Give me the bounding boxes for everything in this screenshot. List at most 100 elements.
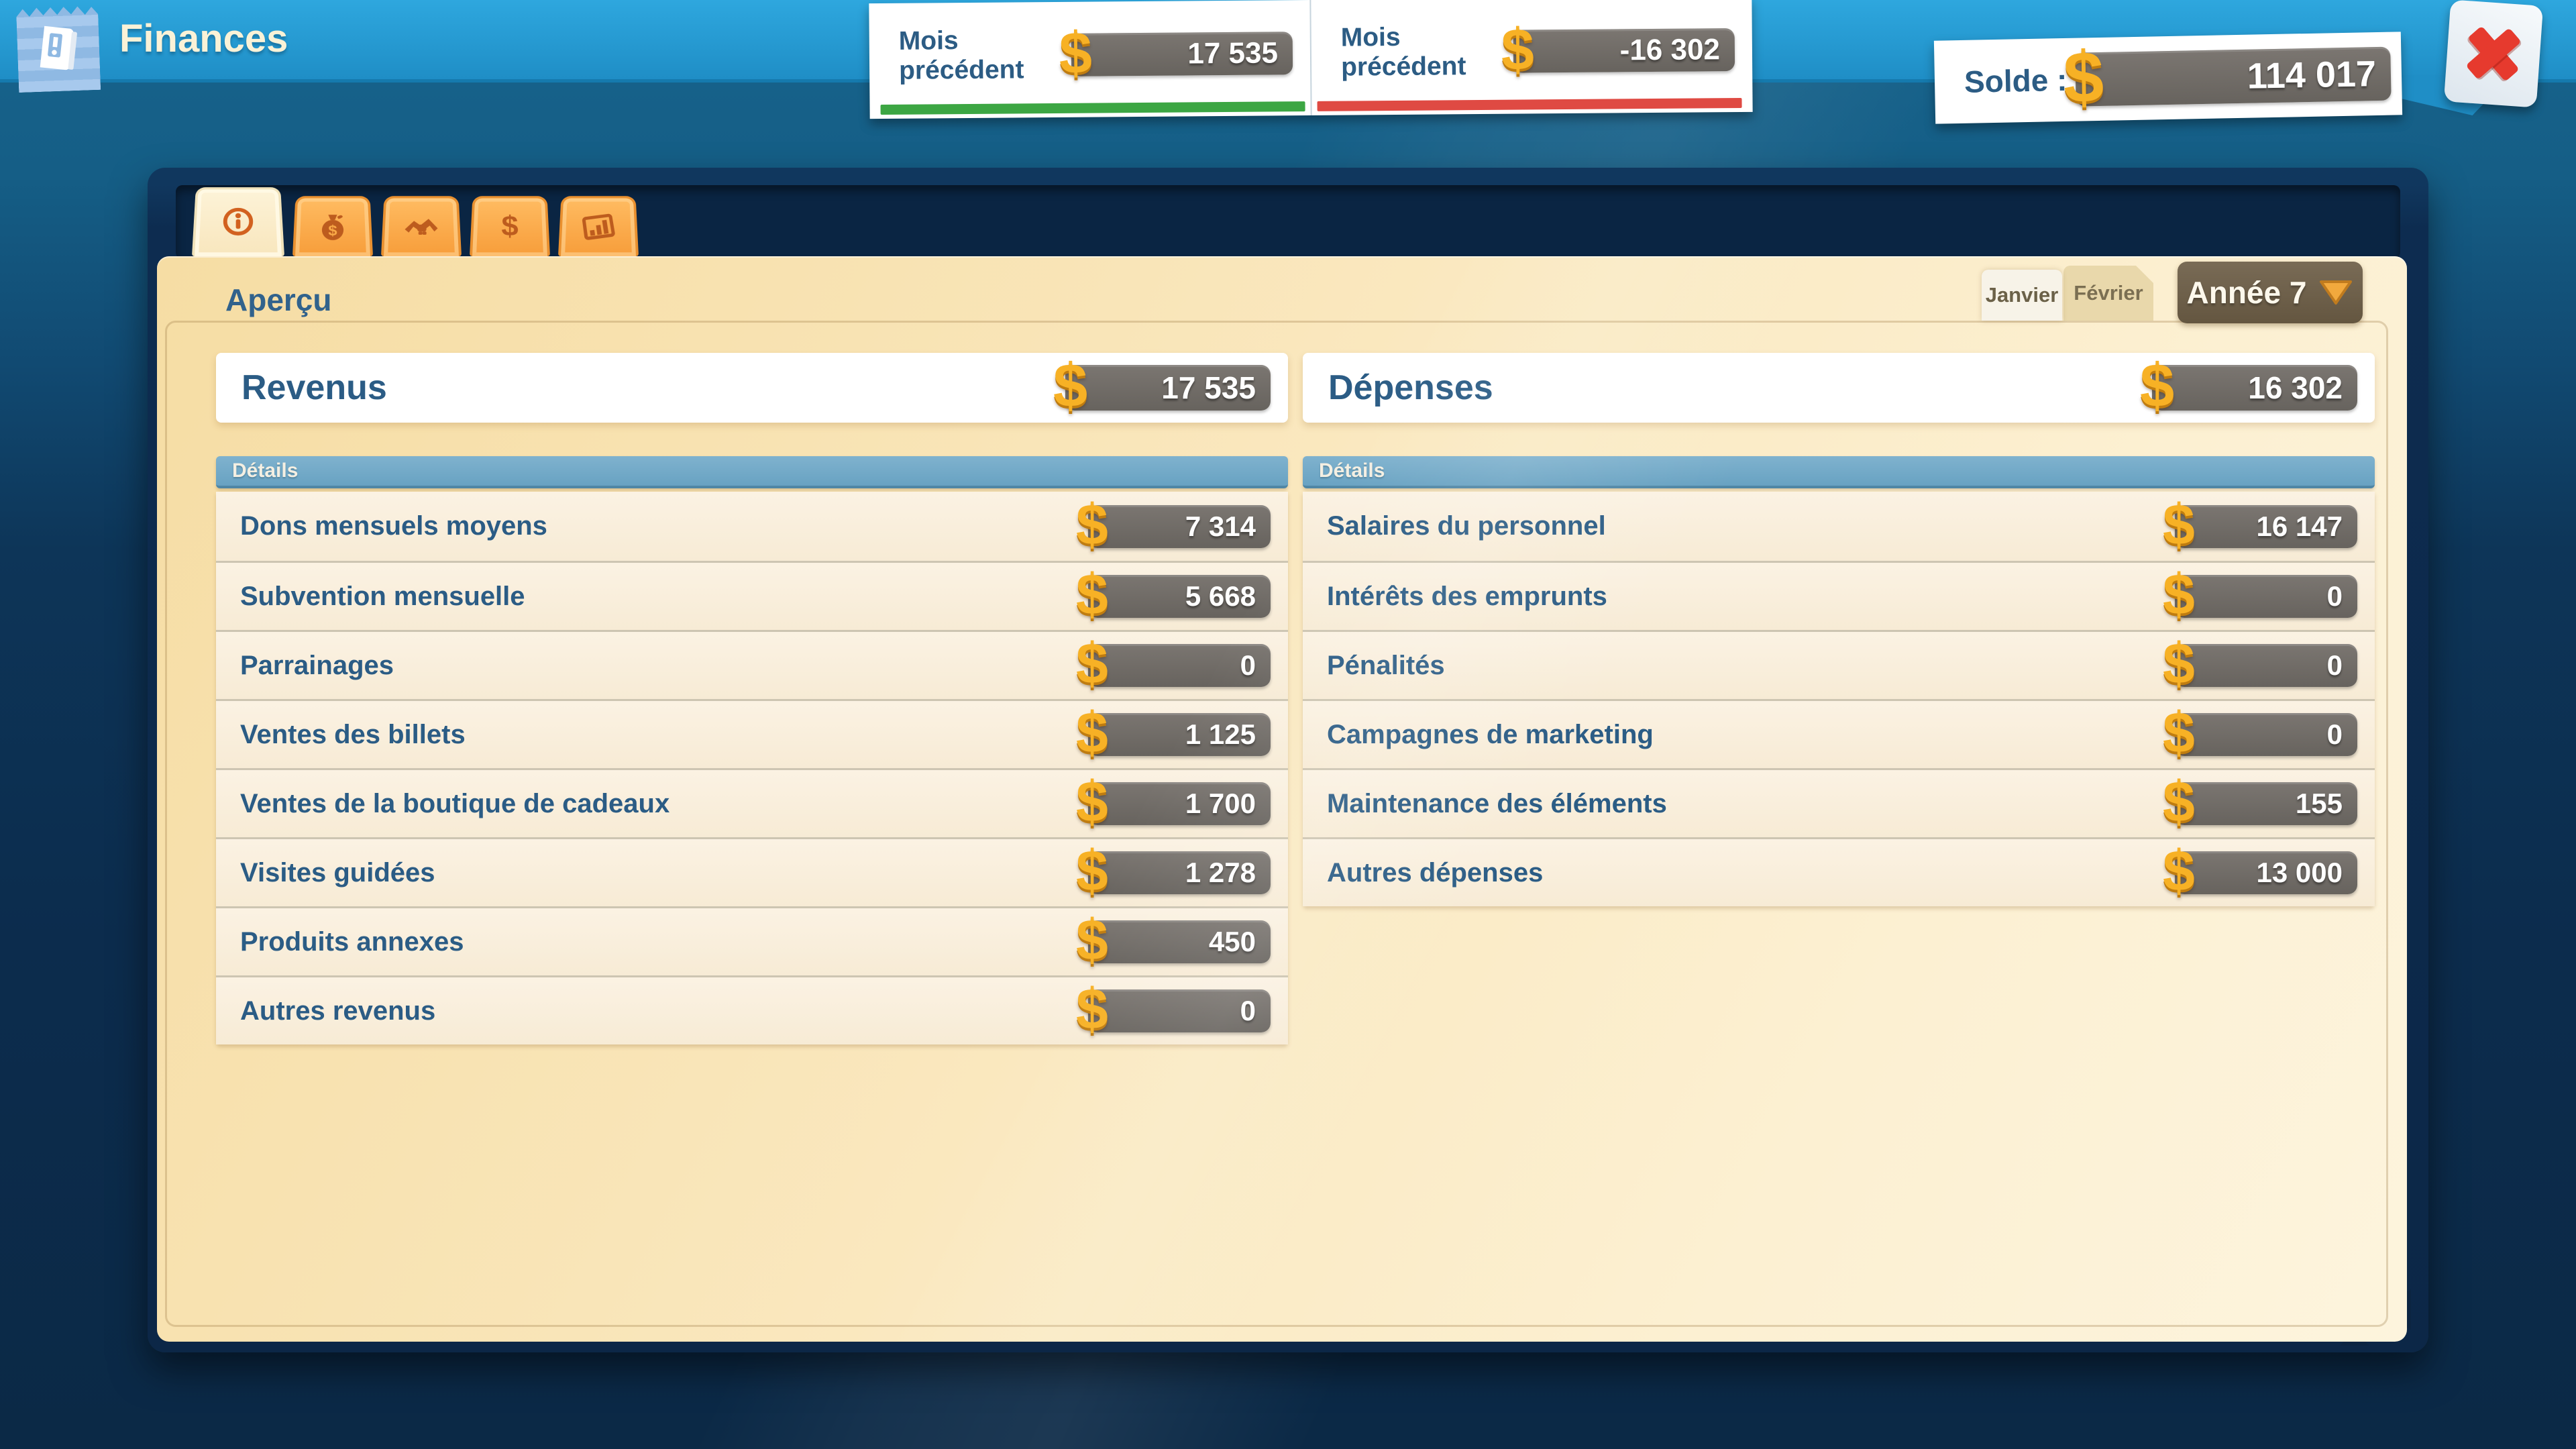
tab-donations[interactable]: $ [292,196,373,256]
income-total: 17 535 [1161,370,1271,406]
dollar-icon: $ [1076,635,1108,692]
dollar-icon: $ [2163,635,2195,692]
page-title: Finances [119,16,288,61]
prev-month-income-label: Mois précédent [899,26,1024,86]
chevron-down-icon [2318,279,2353,306]
finance-columns: Revenus $ 17 535 Détails Dons mensuels m… [216,353,2375,1044]
prev-month-expense-pill: $ -16 302 [1513,28,1735,73]
tab-charts[interactable] [558,196,639,256]
balance-panel: Solde : $ 114 017 [1934,32,2402,123]
balance-pill: $ 114 017 [2075,47,2391,107]
expenses-total: 16 302 [2248,370,2357,406]
value-pill: $0 [1088,989,1271,1032]
income-total-pill: $ 17 535 [1065,365,1271,411]
dollar-icon: $ [1059,23,1093,83]
overview-panel: Aperçu Janvier Février Année 7 Revenus $… [157,256,2407,1342]
book-icon [29,19,89,78]
dollar-icon: $ [1076,566,1108,623]
prev-month-income-pill: $ 17 535 [1071,32,1293,76]
previous-month-summary: Mois précédent $ 17 535 Mois précédent $… [869,0,1752,119]
dollar-icon: $ [2163,704,2195,761]
finance-tabs: $ $ [192,181,639,256]
table-row: Ventes des billets $1 125 [216,699,1288,768]
expenses-title: Dépenses [1328,368,1493,408]
svg-text:$: $ [501,211,519,242]
value-pill: $13 000 [2175,851,2357,894]
balance-label: Solde : [1964,62,2068,100]
finances-screen: Finances Mois précédent $ 17 535 Mois pr… [0,0,2576,1449]
value-pill: $7 314 [1088,505,1271,548]
prev-month-expense-value: -16 302 [1620,33,1735,67]
dollar-icon: $ [1053,355,1087,417]
tab-overview[interactable] [192,187,284,256]
value-pill: $0 [2175,644,2357,687]
income-rows: Dons mensuels moyens $7 314 Subvention m… [216,492,1288,1044]
dollar-icon: $ [1501,20,1535,79]
income-trend-bar [881,101,1305,115]
tab-sponsors[interactable] [381,196,462,256]
income-column: Revenus $ 17 535 Détails Dons mensuels m… [216,353,1288,1044]
dollar-icon: $ [2163,842,2195,900]
dollar-icon: $ [1076,704,1108,761]
expenses-column: Dépenses $ 16 302 Détails Salaires du pe… [1303,353,2375,1044]
prev-month-income: Mois précédent $ 17 535 [869,0,1310,119]
value-pill: $155 [2175,782,2357,825]
table-row: Visites guidées $1 278 [216,837,1288,906]
table-row: Salaires du personnel $16 147 [1303,492,2375,561]
svg-text:$: $ [328,222,337,239]
close-button[interactable] [2444,0,2543,108]
dollar-icon: $ [1076,773,1108,830]
finances-book-icon [16,4,101,93]
dollar-icon: $ [1076,842,1108,900]
table-row: Autres dépenses $13 000 [1303,837,2375,906]
dollar-icon: $ [1076,496,1108,553]
income-header: Revenus $ 17 535 [216,353,1288,423]
expenses-total-pill: $ 16 302 [2152,365,2357,411]
info-icon [220,205,257,239]
dollar-icon: $ [2063,41,2104,114]
table-row: Produits annexes $450 [216,906,1288,975]
bar-chart-icon [580,210,616,244]
close-icon [2461,21,2526,87]
expenses-rows: Salaires du personnel $16 147 Intérêts d… [1303,492,2375,906]
table-row: Ventes de la boutique de cadeaux $1 700 [216,768,1288,837]
value-pill: $1 700 [1088,782,1271,825]
table-row: Maintenance des éléments $155 [1303,768,2375,837]
value-pill: $0 [2175,575,2357,618]
dollar-icon: $ [1076,911,1108,969]
value-pill: $1 125 [1088,713,1271,756]
dollar-icon: $ [2140,355,2174,417]
expenses-header: Dépenses $ 16 302 [1303,353,2375,423]
tab-pricing[interactable]: $ [470,196,550,256]
income-details-header: Détails [216,456,1288,488]
year-dropdown-label: Année 7 [2187,274,2307,311]
dollar-icon: $ [2163,496,2195,553]
month-tab-janvier[interactable]: Janvier [1982,270,2062,321]
table-row: Intérêts des emprunts $0 [1303,561,2375,630]
money-bag-icon: $ [314,210,351,244]
value-pill: $1 278 [1088,851,1271,894]
dollar-icon: $ [1076,980,1108,1038]
expenses-details-header: Détails [1303,456,2375,488]
table-row: Pénalités $0 [1303,630,2375,699]
value-pill: $450 [1088,920,1271,963]
year-dropdown[interactable]: Année 7 [2178,262,2363,323]
value-pill: $0 [2175,713,2357,756]
prev-month-expense-label: Mois précédent [1341,23,1466,83]
table-row: Subvention mensuelle $5 668 [216,561,1288,630]
month-tab-fevrier[interactable]: Février [2063,266,2153,321]
handshake-icon [402,210,439,244]
table-row: Autres revenus $0 [216,975,1288,1044]
table-row: Parrainages $0 [216,630,1288,699]
dollar-icon: $ [2163,773,2195,830]
section-title: Aperçu [225,282,331,318]
prev-month-expense: Mois précédent $ -16 302 [1309,0,1752,115]
income-title: Revenus [241,368,387,408]
dollar-icon: $ [2163,566,2195,623]
table-row: Campagnes de marketing $0 [1303,699,2375,768]
value-pill: $0 [1088,644,1271,687]
prev-month-income-value: 17 535 [1187,36,1293,70]
balance-value: 114 017 [2247,53,2391,97]
expense-trend-bar [1318,98,1742,111]
dollar-icon: $ [491,210,528,244]
